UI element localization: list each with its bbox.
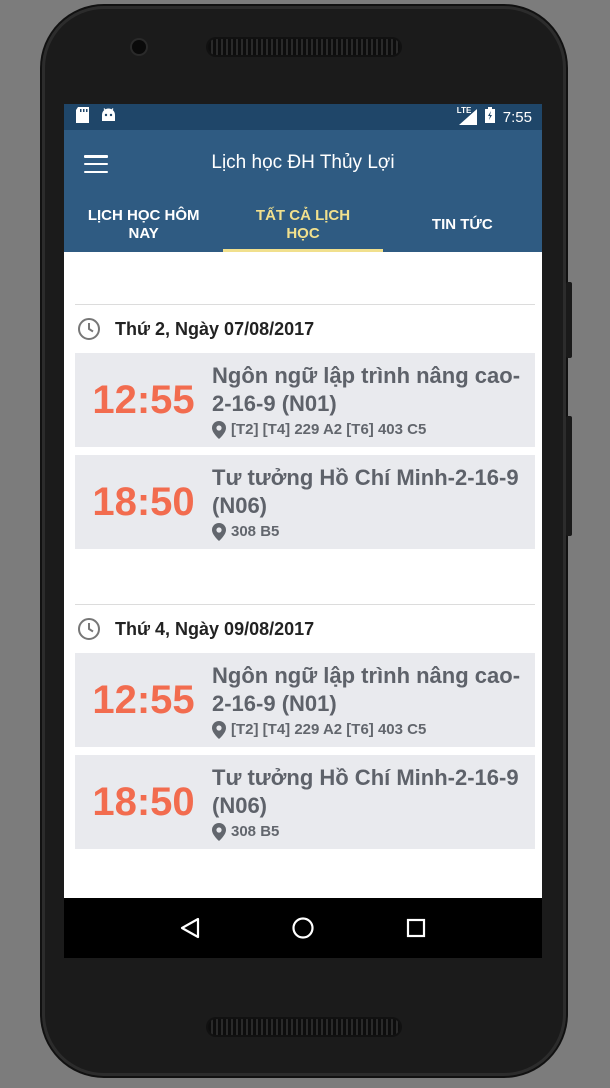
room-label: [T2] [T4] 229 A2 [T6] 403 C5 [231, 421, 427, 438]
class-room: [T2] [T4] 229 A2 [T6] 403 C5 [212, 720, 529, 739]
class-time: 18:50 [92, 779, 195, 824]
recents-icon[interactable] [396, 908, 436, 948]
sd-card-icon [76, 106, 89, 128]
location-pin-icon [212, 420, 226, 439]
volume-button [566, 416, 572, 536]
tab-bar: LỊCH HỌC HÔM NAY TẤT CẢ LỊCH HỌC TIN TỨC [64, 198, 542, 252]
clock-icon [78, 318, 100, 340]
back-icon[interactable] [170, 908, 210, 948]
lte-signal-icon: LTE [456, 106, 477, 125]
top-speaker [208, 39, 400, 55]
class-room: [T2] [T4] 229 A2 [T6] 403 C5 [212, 420, 529, 439]
class-card[interactable]: 12:55 Ngôn ngữ lập trình nâng cao-2-16-9… [75, 653, 535, 747]
class-card[interactable]: 18:50 Tư tưởng Hồ Chí Minh-2-16-9 (N06) … [75, 755, 535, 849]
class-card[interactable]: 12:55 Ngôn ngữ lập trình nâng cao-2-16-9… [75, 353, 535, 447]
toolbar [64, 130, 542, 198]
navigation-bar [64, 898, 542, 958]
battery-icon [484, 107, 495, 127]
lte-label: LTE [456, 106, 472, 115]
location-pin-icon [212, 822, 226, 841]
class-name: Tư tưởng Hồ Chí Minh-2-16-9 (N06) [212, 464, 519, 518]
bottom-speaker [208, 1019, 400, 1035]
day-title: Thứ 2, Ngày 07/08/2017 [115, 318, 315, 339]
room-label: 308 B5 [231, 823, 280, 840]
clock: 7:55 [502, 108, 532, 126]
phone-screen: LTE 7:55 Lịch học ĐH Thủy Lợi LỊCH HỌC H… [64, 104, 542, 958]
day-title: Thứ 4, Ngày 09/08/2017 [115, 618, 315, 639]
tab-all-schedule[interactable]: TẤT CẢ LỊCH HỌC [223, 198, 383, 252]
tab-news[interactable]: TIN TỨC [383, 198, 542, 252]
tab-today[interactable]: LỊCH HỌC HÔM NAY [64, 198, 223, 252]
day-header: Thứ 4, Ngày 09/08/2017 [75, 605, 535, 653]
schedule-list[interactable]: Thứ 2, Ngày 07/08/2017 12:55 Ngôn ngữ lậ… [64, 252, 542, 898]
front-camera [132, 40, 146, 54]
class-time: 12:55 [92, 377, 195, 422]
room-label: [T2] [T4] 229 A2 [T6] 403 C5 [231, 721, 427, 738]
app-bar: Lịch học ĐH Thủy Lợi LỊCH HỌC HÔM NAY TẤ… [64, 130, 542, 252]
class-room: 308 B5 [212, 822, 529, 841]
clock-icon [78, 618, 100, 640]
status-bar: LTE 7:55 [64, 104, 542, 130]
class-name: Ngôn ngữ lập trình nâng cao-2-16-9 (N01) [212, 362, 521, 416]
day-header: Thứ 2, Ngày 07/08/2017 [75, 305, 535, 353]
menu-icon[interactable] [84, 155, 108, 173]
home-icon[interactable] [283, 908, 323, 948]
location-pin-icon [212, 522, 226, 541]
class-name: Tư tưởng Hồ Chí Minh-2-16-9 (N06) [212, 764, 519, 818]
class-time: 18:50 [92, 479, 195, 524]
class-time: 12:55 [92, 677, 195, 722]
room-label: 308 B5 [231, 523, 280, 540]
day-group: Thứ 4, Ngày 09/08/2017 12:55 Ngôn ngữ lậ… [75, 604, 535, 857]
power-button [566, 282, 572, 358]
class-card[interactable]: 18:50 Tư tưởng Hồ Chí Minh-2-16-9 (N06) … [75, 455, 535, 549]
class-name: Ngôn ngữ lập trình nâng cao-2-16-9 (N01) [212, 662, 521, 716]
day-group: Thứ 2, Ngày 07/08/2017 12:55 Ngôn ngữ lậ… [75, 304, 535, 557]
class-room: 308 B5 [212, 522, 529, 541]
location-pin-icon [212, 720, 226, 739]
android-icon [101, 107, 116, 127]
